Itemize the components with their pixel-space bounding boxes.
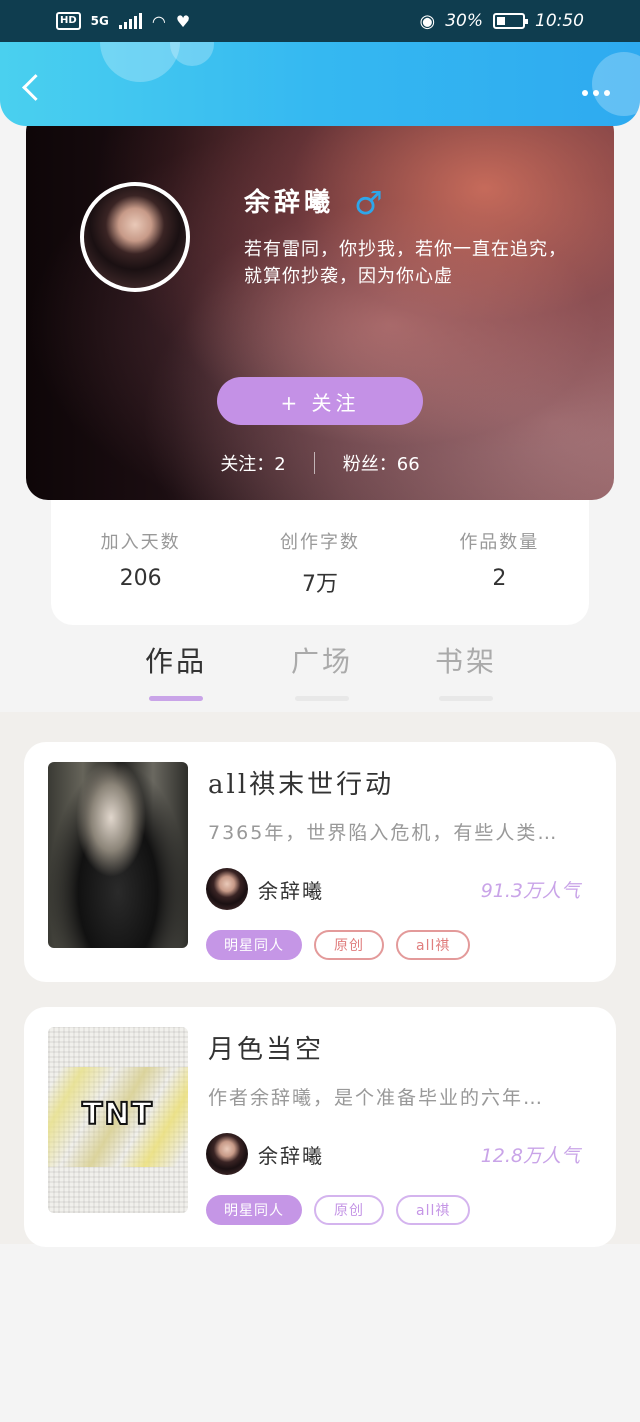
tab-bookshelf[interactable]: 书架: [426, 640, 506, 701]
avatar[interactable]: [80, 182, 190, 292]
work-description: 作者余辞曦，是个准备毕业的六年…: [208, 1087, 545, 1109]
tab-indicator: [149, 696, 203, 701]
male-gender-icon: ♂: [354, 184, 383, 222]
stat-label: 加入天数: [100, 532, 181, 553]
tab-indicator: [439, 696, 493, 701]
work-title[interactable]: 月色当空: [208, 1029, 324, 1066]
work-author[interactable]: 余辞曦: [206, 868, 324, 910]
tag[interactable]: 明星同人: [206, 1195, 302, 1225]
decor-bubble: [592, 52, 640, 116]
stat-label: 作品数量: [459, 532, 540, 553]
tab-square[interactable]: 广场: [282, 640, 362, 701]
popularity-count: 91.3万人气: [480, 880, 580, 902]
stat-words: 创作字数 7万: [245, 528, 395, 625]
work-card[interactable]: all祺末世行动 7365年，世界陷入危机，有些人类… 余辞曦 91.3万人气 …: [24, 742, 616, 982]
eye-icon: ◉: [419, 10, 436, 32]
follow-button[interactable]: + 关注: [217, 377, 423, 425]
tab-bar: 作品 广场 书架: [0, 640, 640, 720]
stat-value: 2: [492, 566, 507, 591]
stat-value: 206: [119, 566, 162, 591]
network-label: 5G: [90, 14, 109, 28]
clock: 10:50: [535, 11, 584, 31]
battery-icon: [493, 13, 528, 29]
more-dots-icon: [582, 90, 588, 96]
profile-banner: 余辞曦 ♂ 若有雷同，你抄我，若你一直在追究，就算你抄袭，因为你心虚 + 关注 …: [26, 110, 614, 500]
heart-pulse-icon: ♥: [175, 11, 191, 31]
tag[interactable]: 明星同人: [206, 930, 302, 960]
status-right: ◉ 30% 10:50: [419, 11, 584, 32]
more-button[interactable]: [582, 90, 610, 96]
work-card[interactable]: TNT 月色当空 作者余辞曦，是个准备毕业的六年… 余辞曦 12.8万人气 明星…: [24, 1007, 616, 1247]
tag[interactable]: 原创: [314, 1195, 384, 1225]
tab-label: 广场: [290, 645, 353, 678]
work-list: all祺末世行动 7365年，世界陷入危机，有些人类… 余辞曦 91.3万人气 …: [0, 712, 640, 1247]
following-count[interactable]: 关注：2: [220, 450, 285, 476]
avatar: [206, 868, 248, 910]
work-title[interactable]: all祺末世行动: [208, 764, 394, 801]
decor-bubble: [100, 42, 180, 82]
avatar: [206, 1133, 248, 1175]
followers-count[interactable]: 粉丝：66: [343, 450, 420, 476]
tag[interactable]: 原创: [314, 930, 384, 960]
profile-name: 余辞曦: [244, 188, 335, 218]
stat-label: 创作字数: [279, 532, 360, 553]
tag[interactable]: all祺: [396, 930, 471, 960]
decor-bubble: [170, 42, 214, 66]
hd-icon: HD: [56, 12, 81, 30]
author-name: 余辞曦: [258, 1143, 324, 1168]
tab-label: 作品: [144, 645, 207, 678]
wifi-icon: ◠: [151, 11, 166, 31]
tab-label: 书架: [434, 645, 497, 678]
work-author[interactable]: 余辞曦: [206, 1133, 324, 1175]
status-bar: HD 5G ◠ ♥ ◉ 30% 10:50: [0, 0, 640, 42]
top-bar: [0, 42, 640, 126]
tab-indicator: [295, 696, 349, 701]
follow-stats: 关注：2 粉丝：66: [26, 450, 614, 476]
stat-works: 作品数量 2: [424, 528, 574, 625]
battery-percent: 30%: [445, 11, 483, 31]
tag-list: 明星同人 原创 all祺: [206, 930, 471, 960]
stats-card: 加入天数 206 创作字数 7万 作品数量 2: [51, 500, 589, 625]
stat-value: 7万: [301, 572, 338, 597]
tag-list: 明星同人 原创 all祺: [206, 1195, 471, 1225]
profile-bio: 若有雷同，你抄我，若你一直在追究，就算你抄袭，因为你心虚: [244, 239, 567, 287]
popularity-count: 12.8万人气: [480, 1145, 580, 1167]
status-left: HD 5G ◠ ♥: [56, 12, 190, 31]
work-description: 7365年，世界陷入危机，有些人类…: [208, 822, 559, 844]
divider: [313, 452, 315, 474]
work-cover[interactable]: [48, 762, 188, 948]
author-name: 余辞曦: [258, 878, 324, 903]
signal-icon: [118, 13, 142, 29]
work-cover[interactable]: TNT: [48, 1027, 188, 1213]
stat-days: 加入天数 206: [66, 528, 216, 625]
tag[interactable]: all祺: [396, 1195, 471, 1225]
back-button[interactable]: [18, 72, 46, 106]
tab-works[interactable]: 作品: [136, 640, 216, 701]
cover-text: TNT: [81, 1096, 155, 1133]
